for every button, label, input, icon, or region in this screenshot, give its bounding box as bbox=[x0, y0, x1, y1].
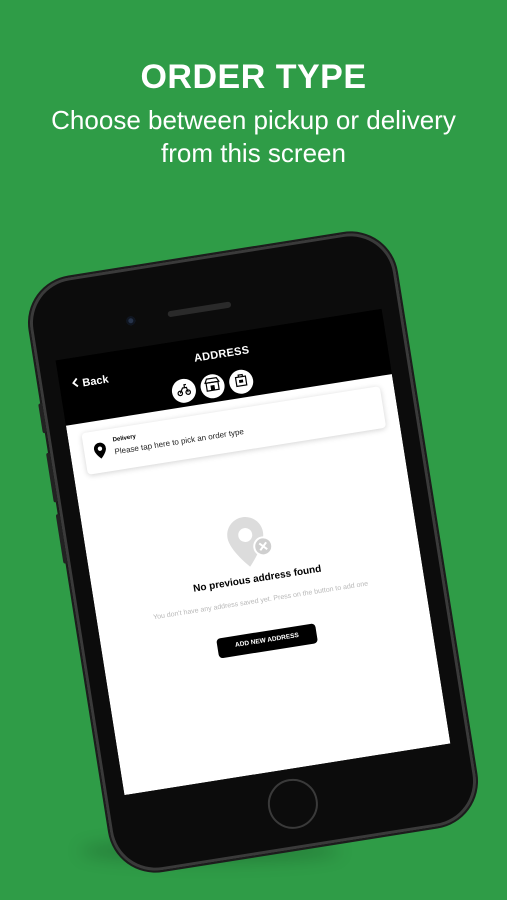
add-new-address-button[interactable]: ADD NEW ADDRESS bbox=[216, 623, 319, 659]
takeaway-bag-icon bbox=[233, 371, 250, 392]
tab-takeaway[interactable] bbox=[227, 368, 255, 396]
phone-mockup: Back ADDRESS Delivery Please tap here to… bbox=[23, 226, 483, 878]
earpiece-speaker bbox=[167, 301, 232, 318]
home-button bbox=[264, 775, 322, 833]
scooter-icon bbox=[175, 380, 194, 401]
store-icon bbox=[203, 376, 222, 397]
phone-body: Back ADDRESS Delivery Please tap here to… bbox=[23, 226, 483, 878]
order-type-hint: Please tap here to pick an order type bbox=[113, 427, 245, 457]
location-off-icon bbox=[222, 511, 281, 579]
promo-headline: ORDER TYPE bbox=[140, 58, 367, 96]
order-type-label: Delivery bbox=[112, 433, 137, 444]
promo-subline: Choose between pickup or delivery from t… bbox=[51, 105, 456, 168]
volume-down-button bbox=[55, 513, 68, 564]
tab-delivery[interactable] bbox=[170, 377, 198, 405]
mute-switch bbox=[38, 403, 47, 434]
content-area: Delivery Please tap here to pick an orde… bbox=[65, 374, 451, 796]
location-pin-icon bbox=[93, 442, 108, 465]
volume-up-button bbox=[45, 452, 58, 503]
front-camera bbox=[125, 315, 136, 326]
app-screen: Back ADDRESS Delivery Please tap here to… bbox=[55, 308, 451, 796]
tab-pickup[interactable] bbox=[198, 372, 227, 401]
